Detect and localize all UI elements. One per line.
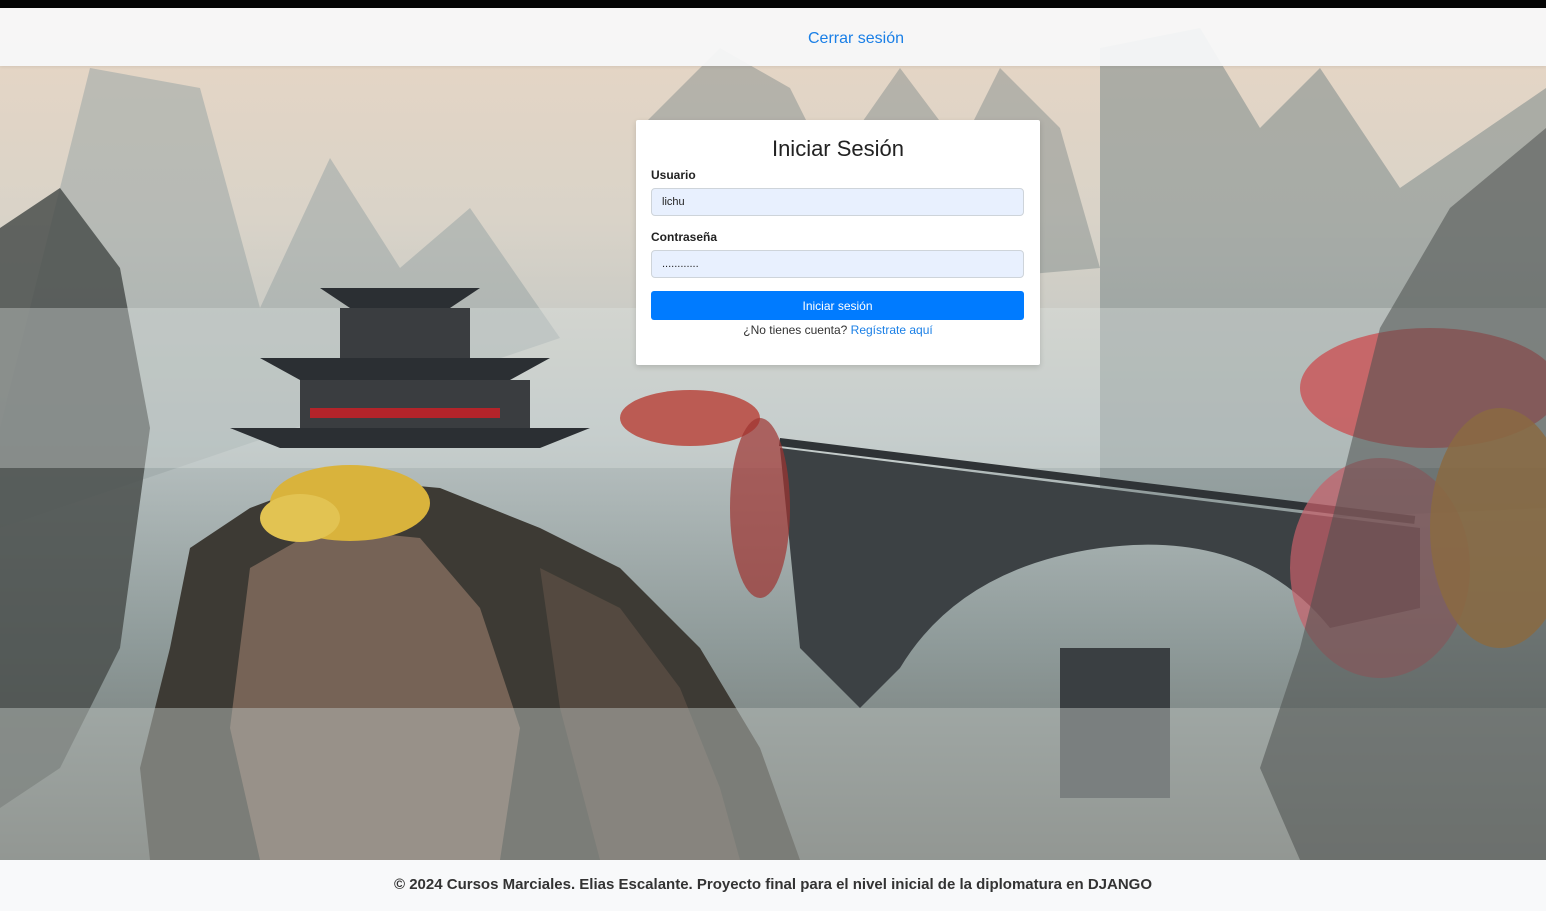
- login-form-card: Iniciar Sesión Usuario Contraseña Inicia…: [636, 120, 1040, 365]
- password-label: Contraseña: [651, 230, 718, 244]
- page-title: Iniciar Sesión: [771, 136, 905, 161]
- top-navbar: Cerrar sesión: [0, 8, 1546, 66]
- password-input[interactable]: [651, 250, 1024, 278]
- no-account-text: ¿No tienes cuenta?: [743, 323, 848, 337]
- page-footer: © 2024 Cursos Marciales. Elias Escalante…: [0, 860, 1546, 911]
- register-link[interactable]: Regístrate aquí: [851, 323, 933, 337]
- window-top-strip: [0, 0, 1546, 8]
- username-input[interactable]: [651, 188, 1024, 216]
- login-submit-button[interactable]: Iniciar sesión: [651, 291, 1024, 320]
- footer-copyright: © 2024 Cursos Marciales. Elias Escalante…: [393, 876, 1152, 893]
- register-prompt: ¿No tienes cuenta? Regístrate aquí: [636, 323, 1040, 337]
- username-label: Usuario: [651, 168, 696, 182]
- logout-link[interactable]: Cerrar sesión: [808, 30, 904, 48]
